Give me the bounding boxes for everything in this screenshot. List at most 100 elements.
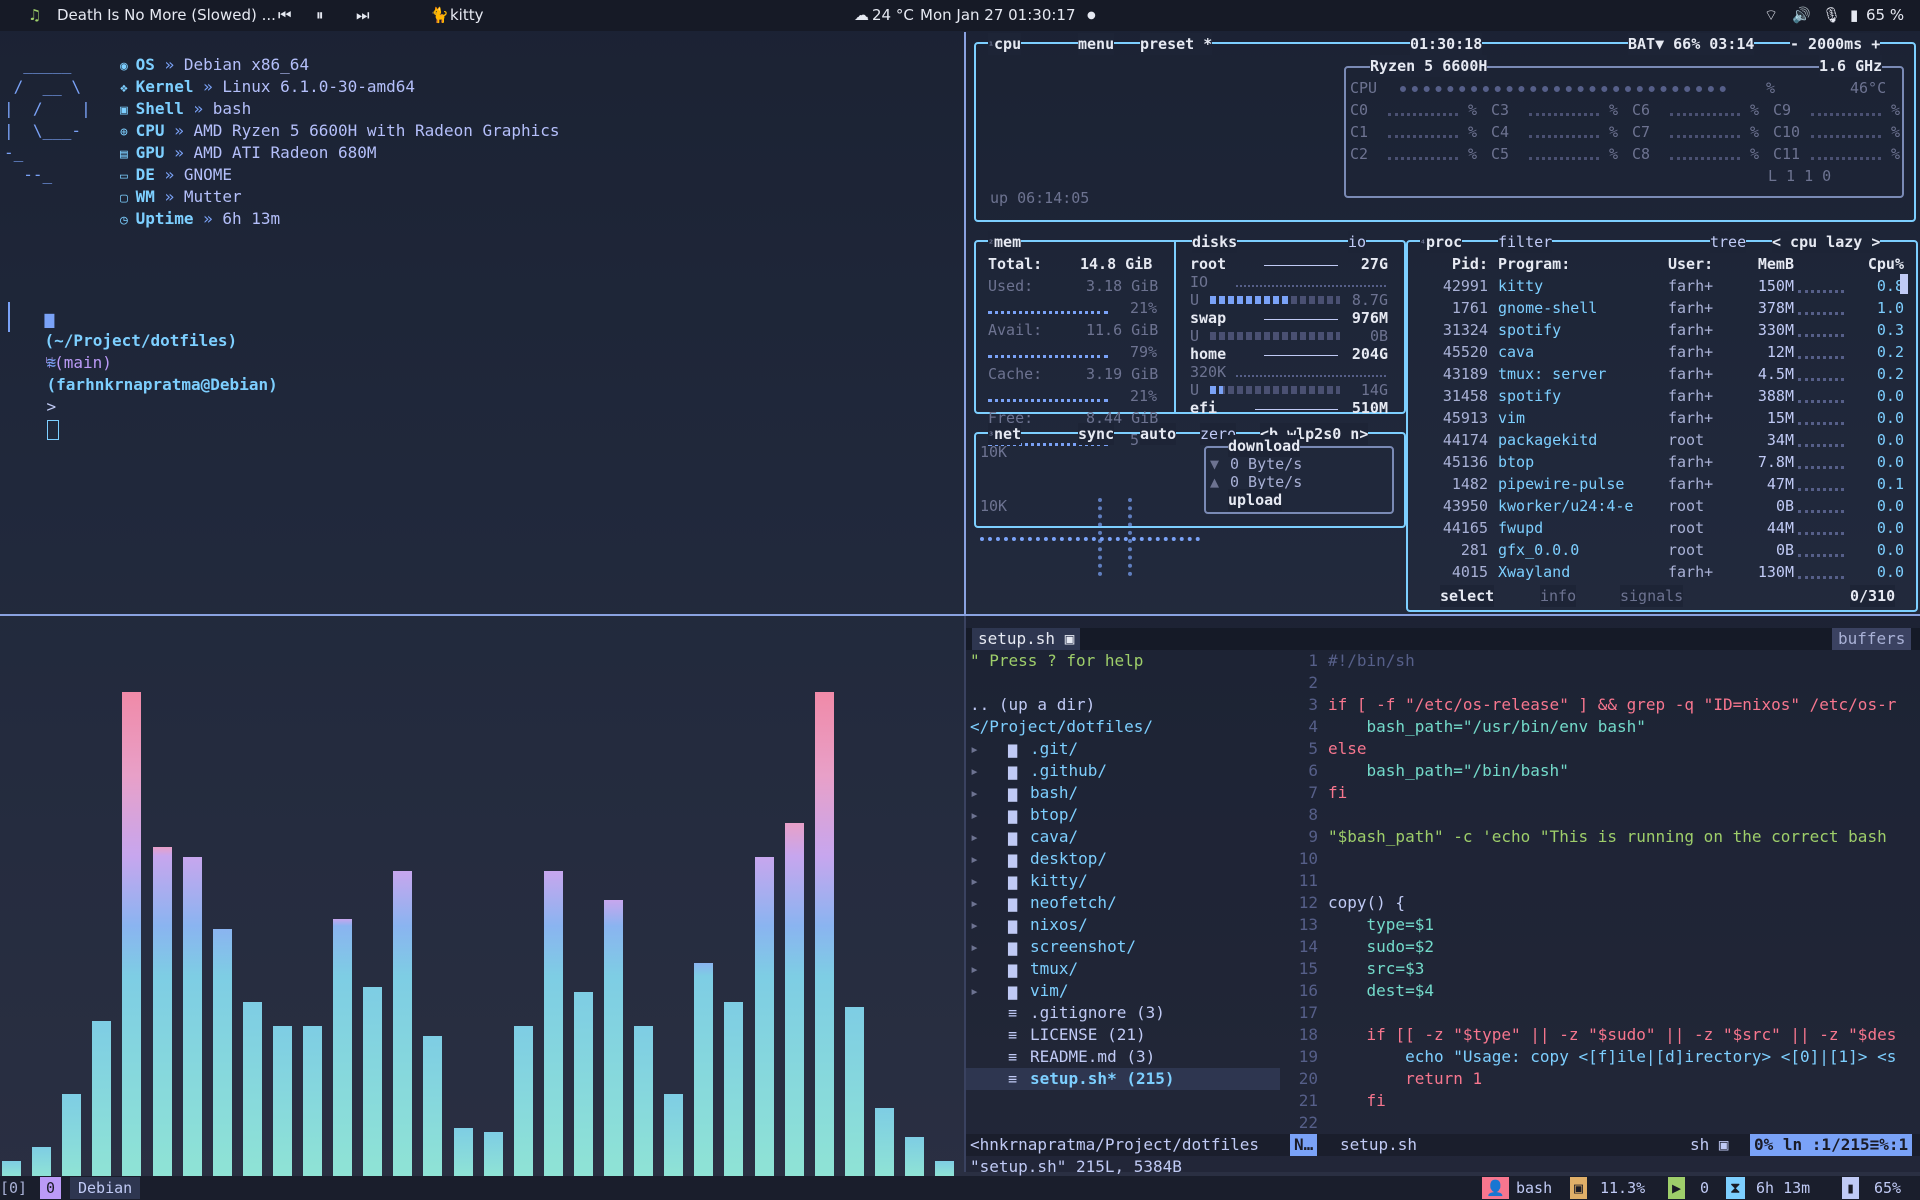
nerdtree-item-name[interactable]: README.md (3) [1030, 1046, 1155, 1068]
code-line[interactable]: if [[ -z "$type" || -z "$sudo" || -z "$s… [1328, 1024, 1918, 1046]
btop-pane[interactable]: ¹cpu menu preset * 01:30:18 BAT▼ 66% 03:… [966, 32, 1920, 612]
nerdtree-item-name[interactable]: desktop/ [1030, 848, 1107, 870]
next-track-icon[interactable]: ⏭ [356, 6, 370, 24]
expand-arrow-icon[interactable]: ▸ [970, 804, 979, 826]
code-line[interactable]: dest=$4 [1328, 980, 1918, 1002]
net-auto-toggle[interactable]: auto [1140, 423, 1177, 445]
expand-arrow-icon[interactable]: ▸ [970, 870, 979, 892]
cpu-preset-button[interactable]: preset * [1140, 33, 1213, 55]
code-line[interactable]: src=$3 [1328, 958, 1918, 980]
nerdtree-item-name[interactable]: .gitignore (3) [1030, 1002, 1165, 1024]
code-line[interactable] [1328, 804, 1918, 826]
volume-icon[interactable]: 🔊 [1792, 6, 1811, 24]
nerdtree-item-name[interactable]: neofetch/ [1030, 892, 1117, 914]
io-toggle[interactable]: io [1348, 231, 1367, 253]
expand-arrow-icon[interactable]: ▸ [970, 782, 979, 804]
song-title[interactable]: Death Is No More (Slowed) ... [57, 6, 276, 24]
wifi-icon[interactable]: ⌔ [1764, 6, 1778, 25]
net-sync-toggle[interactable]: sync [1078, 423, 1115, 445]
nerdtree-item-name[interactable]: setup.sh* (215) [1030, 1068, 1175, 1090]
proc-scrollbar[interactable] [1900, 274, 1908, 294]
expand-arrow-icon[interactable]: ▸ [970, 914, 979, 936]
code-line[interactable] [1328, 870, 1918, 892]
tmux-window-index[interactable]: 0 [40, 1177, 62, 1199]
vim-buffers-label[interactable]: buffers [1832, 628, 1912, 650]
folder-icon: ▆ [1008, 806, 1018, 824]
proc-box-title[interactable]: ⁴proc [1420, 231, 1463, 253]
weather-text[interactable]: 24 °C [872, 6, 914, 24]
vim-pane[interactable]: setup.sh ▣ buffers " Press ? for help ..… [966, 616, 1920, 1176]
expand-arrow-icon[interactable]: ▸ [970, 848, 979, 870]
previous-track-icon[interactable]: ⏮ [278, 6, 292, 24]
proc-cell-cpu: 0.0 [1876, 409, 1904, 427]
battery-percent[interactable]: 65 % [1866, 6, 1904, 24]
proc-info-button[interactable]: info [1540, 585, 1577, 607]
nerdtree-up-dir[interactable]: .. (up a dir) [970, 694, 1095, 716]
code-line[interactable]: "$bash_path" -c 'echo "This is running o… [1328, 826, 1918, 848]
proc-select-button[interactable]: select [1440, 585, 1495, 607]
expand-arrow-icon[interactable]: ▸ [970, 738, 979, 760]
nerdtree-item-name[interactable]: nixos/ [1030, 914, 1088, 936]
vim-tab-setup[interactable]: setup.sh ▣ [972, 628, 1081, 650]
terminal-cursor[interactable] [46, 419, 59, 440]
terminal-pane-neofetch[interactable]: _____ / __ \ | / | | \___- -_ --_ ◉ OS »… [0, 32, 962, 612]
active-app-label[interactable]: kitty [450, 6, 484, 24]
tmux-session[interactable]: [0] [0, 1177, 27, 1199]
vim-command-line[interactable]: "setup.sh" 215L, 5384B [970, 1156, 1182, 1178]
nerdtree-item-name[interactable]: .github/ [1030, 760, 1107, 782]
microphone-icon[interactable]: 🎙 [1822, 6, 1841, 24]
code-line[interactable]: copy() { [1328, 892, 1918, 914]
nerdtree-item-name[interactable]: screenshot/ [1030, 936, 1136, 958]
code-line[interactable]: if [ -f "/etc/os-release" ] && grep -q "… [1328, 694, 1918, 716]
code-line[interactable]: bash_path="/usr/bin/env bash" [1328, 716, 1918, 738]
nerdtree-item-name[interactable]: tmux/ [1030, 958, 1078, 980]
code-line[interactable]: #!/bin/sh [1328, 650, 1918, 672]
code-line[interactable]: bash_path="/bin/bash" [1328, 760, 1918, 782]
nerdtree-item-name[interactable]: bash/ [1030, 782, 1078, 804]
proc-signals-button[interactable]: signals [1620, 585, 1684, 607]
nerdtree-item-name[interactable]: LICENSE (21) [1030, 1024, 1146, 1046]
proc-cell-user: farh+ [1668, 563, 1714, 581]
proc-header-cell[interactable]: Program: [1498, 253, 1658, 275]
expand-arrow-icon[interactable]: ▸ [970, 936, 979, 958]
code-line[interactable]: type=$1 [1328, 914, 1918, 936]
code-line[interactable] [1328, 848, 1918, 870]
pause-icon[interactable]: ⏸ [316, 6, 324, 24]
proc-header-cell[interactable]: Pid: [1418, 253, 1488, 275]
code-line[interactable]: fi [1328, 782, 1918, 804]
nerdtree-item-name[interactable]: .git/ [1030, 738, 1078, 760]
cpu-box-title[interactable]: ¹cpu [988, 33, 1022, 55]
code-line[interactable]: return 1 [1328, 1068, 1918, 1090]
cava-pane[interactable] [0, 616, 962, 1176]
tmux-window-name[interactable]: Debian [70, 1177, 141, 1199]
code-line[interactable]: sudo=$2 [1328, 936, 1918, 958]
proc-header-cell[interactable]: User: [1668, 253, 1728, 275]
expand-arrow-icon[interactable]: ▸ [970, 826, 979, 848]
code-line[interactable]: else [1328, 738, 1918, 760]
expand-arrow-icon[interactable]: ▸ [970, 760, 979, 782]
expand-arrow-icon[interactable]: ▸ [970, 958, 979, 980]
battery-icon[interactable]: ▮ [1850, 6, 1858, 24]
code-line[interactable]: echo "Usage: copy <[f]ile|[d]irectory> <… [1328, 1046, 1918, 1068]
proc-header-cell[interactable]: Cpu% [1846, 253, 1904, 275]
nerdtree-item-name[interactable]: kitty/ [1030, 870, 1088, 892]
expand-arrow-icon[interactable]: ▸ [970, 980, 979, 1002]
mem-box-title[interactable]: ²mem [988, 231, 1022, 253]
nerdtree-root[interactable]: </Project/dotfiles/ [970, 716, 1153, 738]
nerdtree-item-name[interactable]: cava/ [1030, 826, 1078, 848]
code-line[interactable]: fi [1328, 1090, 1918, 1112]
cpu-menu-button[interactable]: menu [1078, 33, 1115, 55]
clock[interactable]: Mon Jan 27 01:30:17 [920, 6, 1076, 24]
code-line[interactable] [1328, 672, 1918, 694]
proc-sort-selector[interactable]: < cpu lazy > [1772, 231, 1881, 253]
expand-arrow-icon[interactable]: ▸ [970, 892, 979, 914]
disks-box-title[interactable]: disks [1192, 231, 1238, 253]
proc-tree-toggle[interactable]: tree [1710, 231, 1747, 253]
code-line[interactable] [1328, 1112, 1918, 1134]
nerdtree-item-name[interactable]: btop/ [1030, 804, 1078, 826]
code-line[interactable] [1328, 1002, 1918, 1024]
nerdtree-item-name[interactable]: vim/ [1030, 980, 1069, 1002]
proc-header-cell[interactable]: MemB [1732, 253, 1794, 275]
proc-filter[interactable]: filter [1498, 231, 1553, 253]
cpu-update-interval[interactable]: - 2000ms + [1790, 33, 1881, 55]
